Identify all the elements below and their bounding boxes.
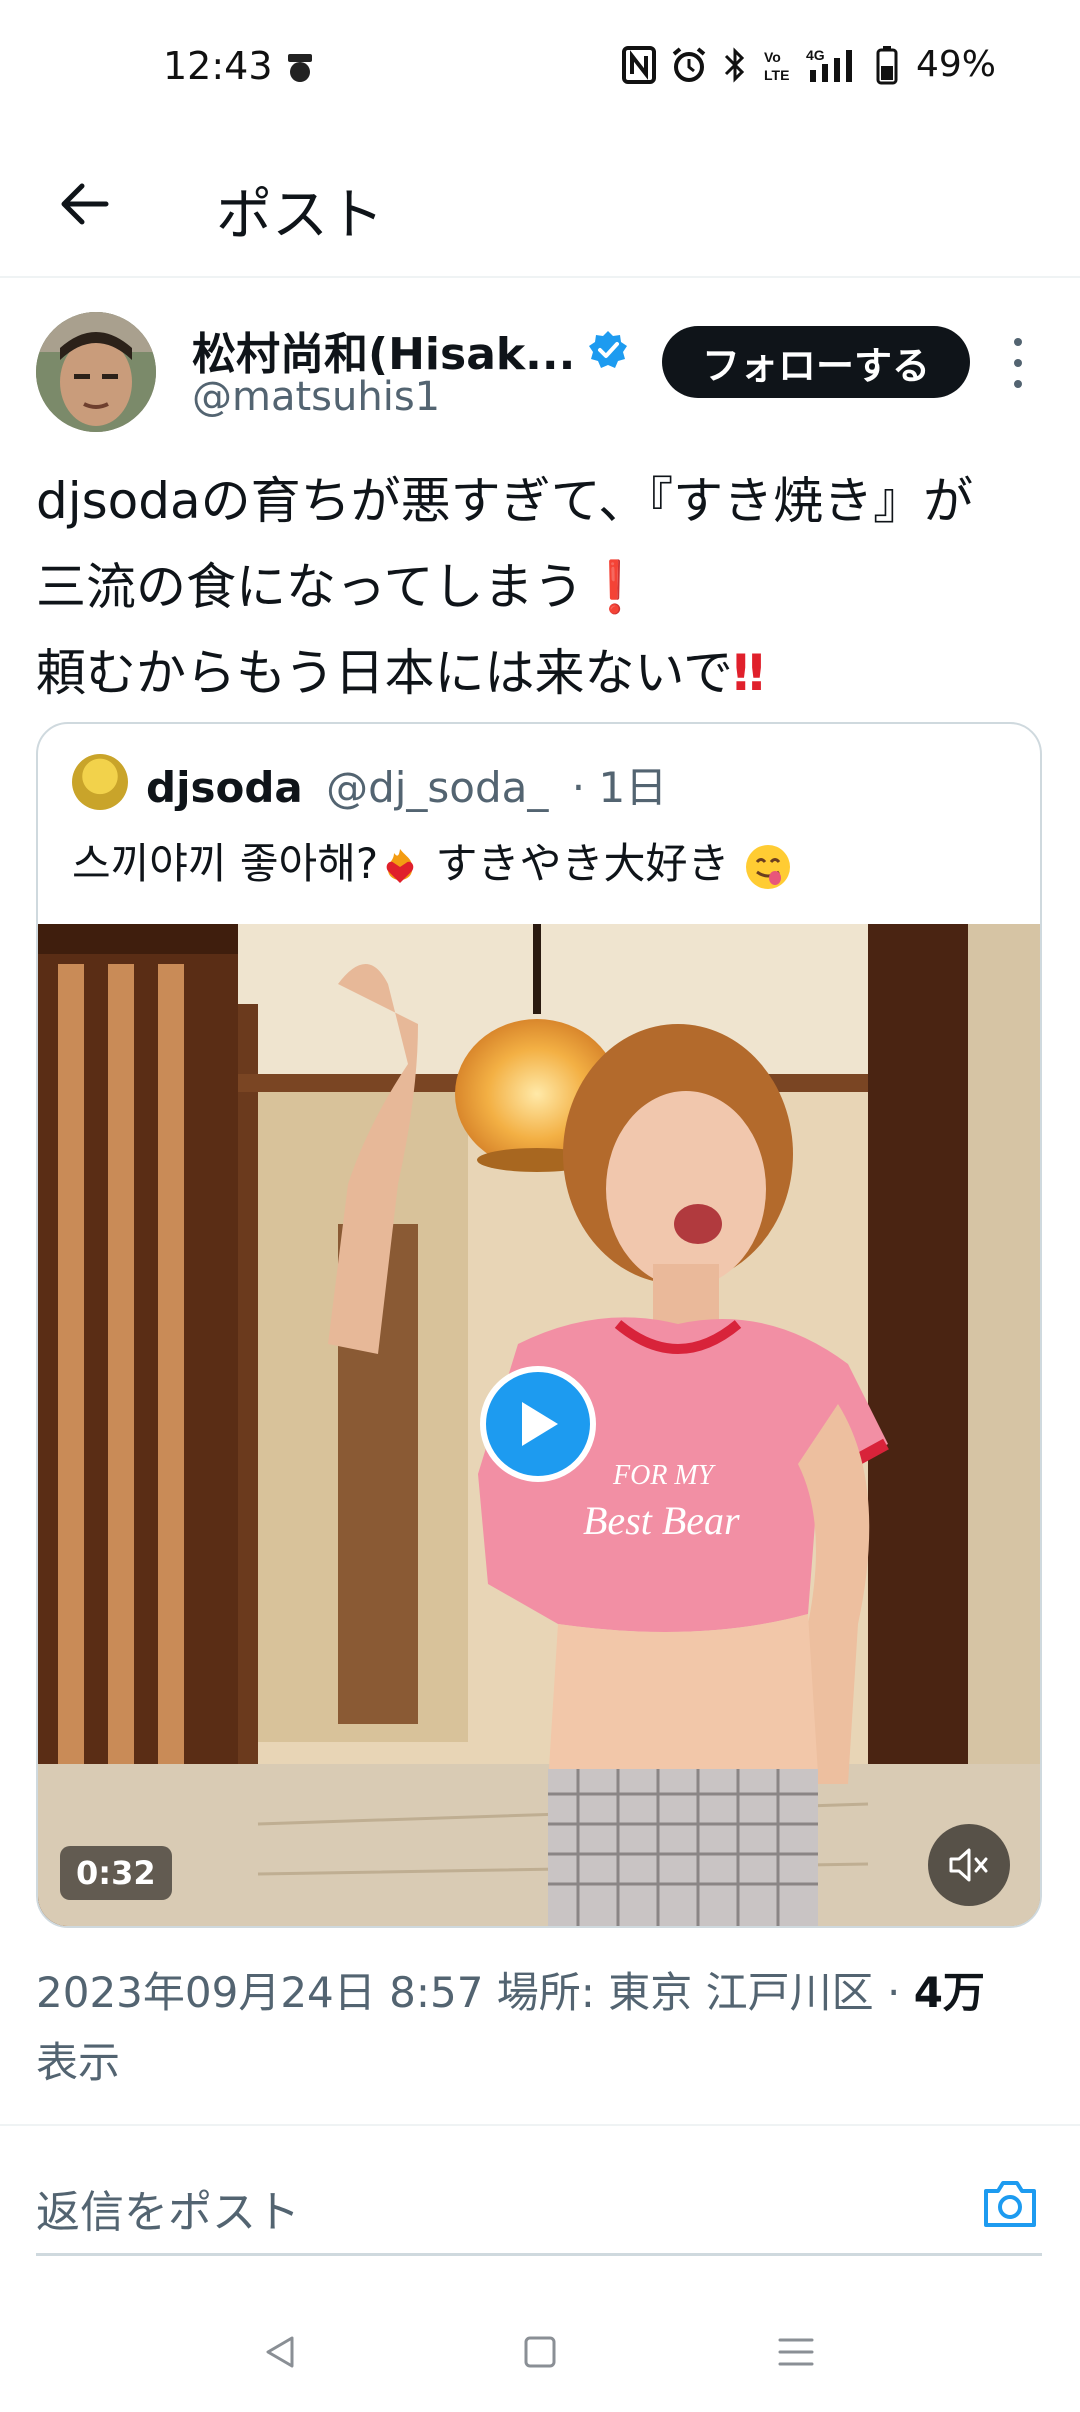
- follow-button[interactable]: フォローする: [662, 326, 970, 398]
- more-dot-icon: [1014, 380, 1022, 388]
- quoted-text-korean: 스끼야끼 좋아해?: [72, 839, 379, 888]
- view-count[interactable]: 4万: [914, 1968, 985, 2017]
- post-text-line-content: 三流の食になってしまう: [36, 558, 584, 616]
- quoted-post-header: djsoda @dj_soda_ · 1日: [146, 754, 667, 815]
- shirt-text-1: FOR MY: [612, 1460, 717, 1491]
- yum-face-icon: [745, 844, 790, 889]
- nav-home-button[interactable]: [508, 2320, 572, 2384]
- svg-text:4G: 4G: [806, 47, 825, 63]
- exclamation-icon: ❗: [583, 558, 646, 616]
- quoted-author-avatar[interactable]: [72, 754, 128, 810]
- post-author: 松村尚和(Hisak... @matsuhis1 フォローする: [0, 300, 1080, 440]
- quoted-post-text: 스끼야끼 좋아해? すきやき大好き: [72, 830, 793, 892]
- battery-icon: [876, 45, 898, 84]
- svg-text:Vo: Vo: [764, 49, 781, 65]
- top-bar: ポスト: [0, 140, 1080, 278]
- nav-recents-button[interactable]: [764, 2320, 828, 2384]
- more-options-button[interactable]: [1004, 332, 1032, 394]
- page-title: ポスト: [216, 183, 384, 248]
- speaker-muted-icon: [949, 1848, 988, 1882]
- menu-lines-icon: [778, 2338, 814, 2366]
- battery-percent: 49%: [915, 44, 996, 85]
- post-metadata: 2023年09月24日 8:57 場所: 東京 江戸川区 · 4万 表示: [36, 1958, 1046, 2098]
- video-player[interactable]: FOR MY Best Bear 0:32: [38, 924, 1040, 1926]
- more-dot-icon: [1014, 359, 1022, 367]
- shirt-text-2: Best Bear: [583, 1498, 740, 1543]
- status-time: 12:43: [163, 44, 273, 88]
- more-dot-icon: [1014, 338, 1022, 346]
- mute-button[interactable]: [928, 1824, 1010, 1906]
- divider: [0, 2124, 1080, 2126]
- reply-composer[interactable]: 返信をポスト: [36, 2162, 1042, 2256]
- post-datetime-location: 2023年09月24日 8:57 場所: 東京 江戸川区 ·: [36, 1968, 914, 2017]
- app-notification-icon: [288, 54, 312, 82]
- alarm-icon: [672, 46, 706, 82]
- post-text-line: 三流の食になってしまう❗: [36, 544, 1046, 630]
- volte-icon: Vo LTE: [764, 49, 789, 83]
- play-icon: [522, 1402, 558, 1446]
- author-avatar[interactable]: [36, 312, 156, 432]
- post-text: djsodaの育ちが悪すぎて、『すき焼き』が 三流の食になってしまう❗ 頼むから…: [36, 458, 1046, 716]
- author-name[interactable]: 松村尚和(Hisak...: [192, 318, 575, 382]
- avatar-image: [36, 312, 156, 432]
- camera-button[interactable]: [978, 2172, 1042, 2236]
- video-duration: 0:32: [60, 1846, 172, 1900]
- square-home-icon: [524, 2336, 556, 2368]
- reply-input[interactable]: 返信をポスト: [36, 2176, 300, 2240]
- post-text-line: djsodaの育ちが悪すぎて、『すき焼き』が: [36, 472, 974, 530]
- svg-text:LTE: LTE: [764, 67, 789, 83]
- bluetooth-icon: [724, 46, 745, 83]
- triangle-back-icon: [266, 2336, 294, 2368]
- back-button[interactable]: [48, 168, 120, 240]
- quoted-author-handle: @dj_soda_: [326, 763, 549, 812]
- system-navigation-bar: [0, 2290, 1080, 2412]
- play-button[interactable]: [480, 1366, 596, 1482]
- arrow-left-icon: [61, 183, 109, 225]
- camera-icon: [984, 2181, 1036, 2227]
- double-exclamation-icon: ‼: [733, 644, 765, 702]
- nfc-icon: [621, 45, 656, 84]
- heart-on-fire-icon: [386, 848, 414, 883]
- author-handle[interactable]: @matsuhis1: [192, 374, 440, 420]
- quoted-post-card[interactable]: djsoda @dj_soda_ · 1日 스끼야끼 좋아해? すきやき大好き: [36, 722, 1042, 1928]
- status-bar: 12:43 Vo LTE 4G 49%: [0, 0, 1080, 140]
- quoted-author-name: djsoda: [146, 763, 303, 812]
- author-name-row: 松村尚和(Hisak...: [192, 318, 629, 382]
- view-label: 表示: [36, 2038, 121, 2087]
- post-text-line: 頼むからもう日本には来ないで‼: [36, 630, 1046, 716]
- quoted-text-japanese: すきやき大好き: [422, 839, 743, 888]
- post-text-line-content: 頼むからもう日本には来ないで: [36, 644, 733, 702]
- status-icons: Vo LTE 4G 49%: [621, 44, 996, 85]
- verified-badge-icon: [589, 331, 628, 368]
- signal-icon: 4G: [806, 47, 852, 82]
- nav-back-button[interactable]: [248, 2320, 312, 2384]
- quoted-post-time: · 1日: [571, 763, 668, 812]
